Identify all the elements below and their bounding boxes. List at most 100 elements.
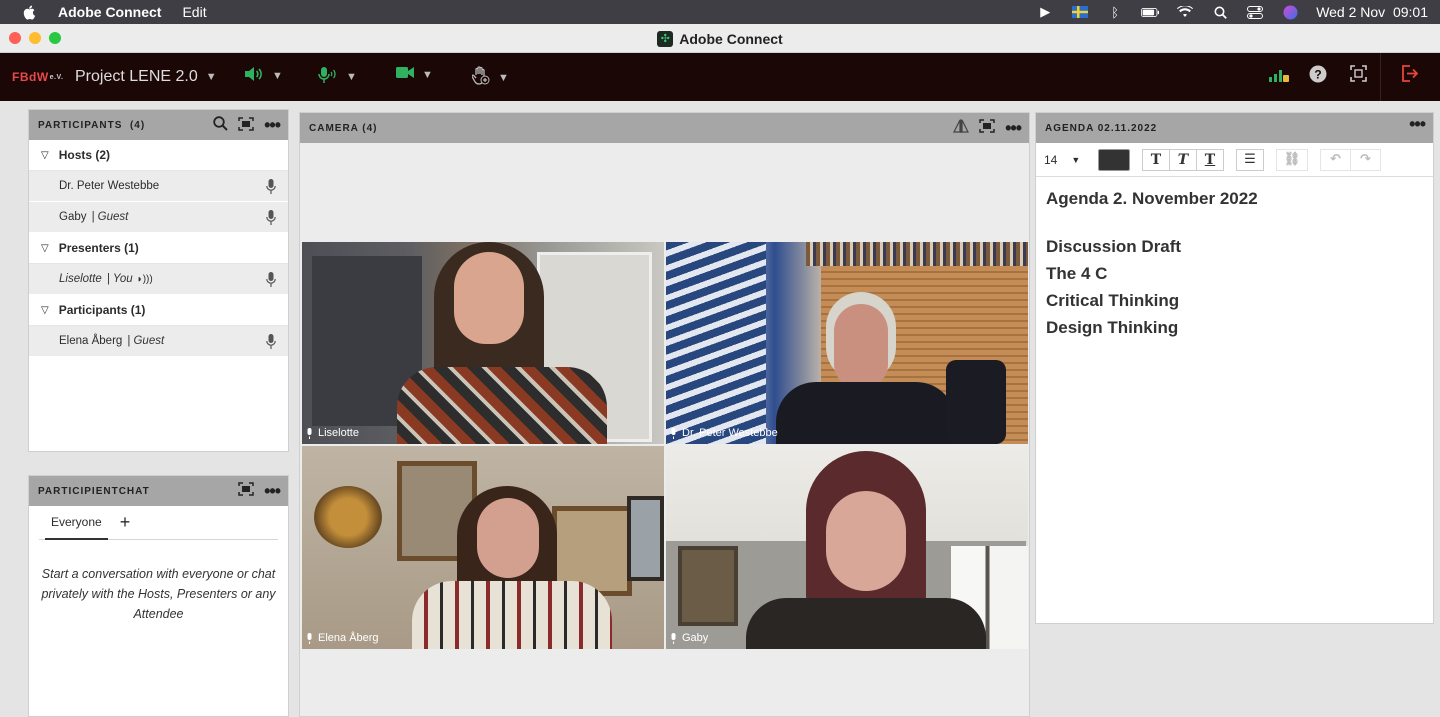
more-options-icon[interactable]: •••	[1005, 119, 1022, 137]
person-face	[477, 498, 539, 578]
participant-name: Liselotte	[59, 273, 102, 285]
control-center-icon[interactable]	[1246, 3, 1264, 21]
participant-group-header[interactable]: ▽ Participants (1)	[29, 295, 288, 326]
chevron-down-icon: ▼	[1071, 154, 1081, 165]
video-feed[interactable]: Elena Åberg	[302, 446, 664, 649]
search-icon[interactable]	[213, 116, 228, 134]
bullet-list-icon[interactable]: ☰	[1236, 148, 1264, 171]
italic-icon[interactable]: T	[1169, 148, 1197, 171]
more-options-icon[interactable]: •••	[1409, 115, 1426, 133]
group-label: Hosts (2)	[58, 148, 111, 162]
keyboard-flag-icon[interactable]	[1071, 3, 1089, 21]
menubar-app-name[interactable]: Adobe Connect	[58, 4, 161, 20]
participants-pod-header: PARTICIPANTS (4) •••	[29, 110, 288, 140]
battery-icon[interactable]	[1141, 3, 1160, 21]
microphone-icon	[318, 66, 338, 88]
bluetooth-icon[interactable]: ᛒ	[1106, 3, 1124, 21]
menubar-edit[interactable]: Edit	[182, 4, 206, 20]
video-feed-name: Elena Åberg	[318, 632, 379, 644]
siri-icon[interactable]	[1281, 3, 1299, 21]
menubar-datetime[interactable]: Wed 2 Nov 09:01	[1316, 4, 1428, 20]
participant-group-header[interactable]: ▽ Presenters (1)	[29, 233, 288, 264]
macos-menubar: Adobe Connect Edit ▶ ᛒ Wed 2 Nov 09:01	[0, 0, 1440, 24]
window-title-text: Adobe Connect	[679, 30, 783, 47]
meeting-name: Project LENE 2.0	[75, 68, 198, 85]
undo-icon[interactable]: ↶	[1320, 148, 1351, 171]
chat-title: PARTICIPIENTCHAT	[38, 485, 150, 497]
exit-meeting-icon[interactable]	[1401, 65, 1419, 87]
more-options-icon[interactable]: •••	[264, 116, 281, 134]
link-icon[interactable]: ⛓	[1276, 148, 1308, 171]
agenda-pod-header: AGENDA 02.11.2022 •••	[1036, 113, 1433, 143]
video-feed[interactable]: Gaby	[666, 446, 1028, 649]
camera-button[interactable]: ▼	[396, 66, 433, 83]
agenda-item: The 4 C	[1046, 264, 1108, 283]
video-feed-name: Dr. Peter Westebbe	[682, 427, 778, 439]
background-chair	[946, 360, 1006, 444]
agenda-item: Design Thinking	[1046, 318, 1179, 337]
text-color-swatch[interactable]	[1098, 148, 1130, 171]
bold-icon[interactable]: T	[1142, 148, 1170, 171]
participant-name: Elena Åberg	[59, 335, 123, 347]
apple-menu-icon[interactable]	[22, 4, 38, 20]
maximize-pod-icon[interactable]	[238, 116, 254, 134]
organization-logo: FBdW e.V.	[12, 65, 63, 89]
font-size-value: 14	[1044, 152, 1058, 167]
participant-row[interactable]: Dr. Peter Westebbe	[29, 171, 288, 202]
video-feed[interactable]: Dr. Peter Westebbe	[666, 242, 1028, 444]
video-feed-label: Elena Åberg	[306, 632, 379, 644]
chat-pod: PARTICIPIENTCHAT ••• Everyone + Start a …	[28, 475, 289, 717]
participant-row[interactable]: Elena Åberg | Guest	[29, 326, 288, 357]
fullscreen-icon[interactable]	[1350, 65, 1367, 87]
background-frame	[627, 496, 664, 581]
underline-icon[interactable]: T	[1196, 148, 1224, 171]
maximize-pod-icon[interactable]	[979, 119, 995, 136]
connection-status-icon[interactable]	[1268, 65, 1290, 88]
spotlight-search-icon[interactable]	[1211, 3, 1229, 21]
microphone-icon	[266, 272, 276, 287]
add-chat-tab-icon[interactable]: +	[120, 512, 131, 533]
video-feed-name: Gaby	[682, 632, 709, 644]
person-face	[454, 252, 524, 344]
raise-hand-button[interactable]: ▼	[471, 66, 509, 89]
window-title: ✣ Adobe Connect	[0, 24, 1440, 53]
participant-row[interactable]: Liselotte | You ◗)))	[29, 264, 288, 295]
mirror-view-icon[interactable]	[953, 119, 970, 136]
microphone-icon	[671, 632, 676, 644]
font-size-select[interactable]: 14 ▼	[1044, 153, 1086, 167]
background-plate	[314, 486, 382, 548]
microphone-icon	[307, 427, 312, 439]
participant-row[interactable]: Gaby | Guest	[29, 202, 288, 233]
background-curtain	[666, 242, 766, 444]
chat-pod-header: PARTICIPIENTCHAT •••	[29, 476, 288, 506]
wifi-icon[interactable]	[1176, 3, 1194, 21]
help-icon[interactable]: ?	[1309, 65, 1327, 88]
play-circle-icon[interactable]: ▶	[1036, 3, 1054, 21]
more-options-icon[interactable]: •••	[264, 482, 281, 500]
microphone-icon	[266, 334, 276, 349]
maximize-pod-icon[interactable]	[238, 482, 254, 499]
logo-suffix: e.V.	[49, 73, 64, 81]
agenda-item: Critical Thinking	[1046, 291, 1180, 310]
video-feed[interactable]: Liselotte	[302, 242, 664, 444]
redo-icon[interactable]: ↷	[1350, 148, 1381, 171]
text-editor-toolbar: 14 ▼ T T T ☰ ⛓ ↶ ↷	[1036, 143, 1433, 177]
video-feed-label: Gaby	[670, 632, 708, 644]
toolbar-divider	[1380, 53, 1381, 101]
speaker-icon	[244, 66, 264, 86]
background-portrait	[678, 546, 738, 626]
tab-everyone[interactable]: Everyone	[45, 506, 108, 540]
speaker-button[interactable]: ▼	[244, 66, 283, 86]
chevron-down-icon: ▽	[41, 242, 49, 254]
meeting-toolbar: FBdW e.V. Project LENE 2.0 ▼ ▼ ▼ ▼ ▼ ?	[0, 53, 1440, 101]
chat-tabs: Everyone +	[39, 506, 278, 540]
chat-empty-message: Start a conversation with everyone or ch…	[41, 567, 276, 621]
microphone-button[interactable]: ▼	[318, 66, 357, 88]
participant-group-header[interactable]: ▽ Hosts (2)	[29, 140, 288, 171]
person-shirt	[776, 382, 956, 444]
agenda-content[interactable]: Agenda 2. November 2022 Discussion Draft…	[1036, 177, 1433, 349]
meeting-name-dropdown[interactable]: Project LENE 2.0 ▼	[75, 68, 217, 86]
microphone-icon	[671, 427, 676, 439]
video-feed-name: Liselotte	[318, 427, 359, 439]
agenda-heading: Agenda 2. November 2022	[1046, 189, 1258, 208]
